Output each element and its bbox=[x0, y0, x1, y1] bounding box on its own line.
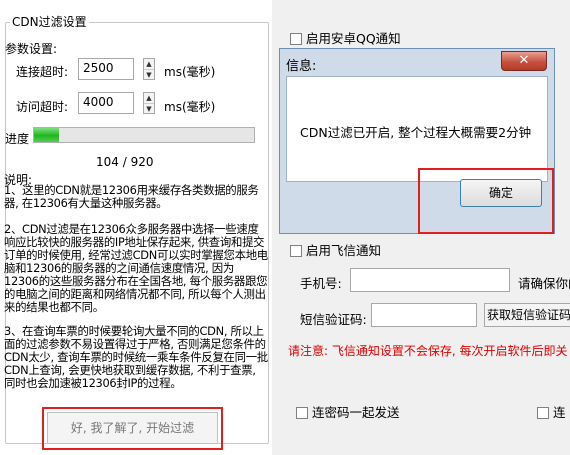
stepper-down-icon[interactable]: ▼ bbox=[144, 70, 154, 80]
progress-count: 104 / 920 bbox=[96, 155, 154, 169]
dialog-body: CDN过滤已开启, 整个过程大概需要2分钟 bbox=[286, 76, 548, 182]
android-qq-checkbox[interactable] bbox=[290, 33, 302, 45]
progress-bar bbox=[33, 127, 255, 143]
feixin-row[interactable]: 启用飞信通知 bbox=[290, 240, 381, 259]
connect-timeout-unit: ms(毫秒) bbox=[164, 65, 216, 79]
access-timeout-label: 访问超时: bbox=[16, 100, 69, 114]
highlight-start-button bbox=[42, 407, 223, 450]
send-with-captcha-row[interactable]: 连密码一起发送 bbox=[296, 402, 400, 421]
sms-label: 短信验证码: bbox=[300, 312, 367, 327]
phone-input[interactable] bbox=[350, 268, 510, 292]
edge-option-label: 连 bbox=[553, 405, 566, 420]
feixin-checkbox[interactable] bbox=[290, 245, 302, 257]
params-label: 参数设置: bbox=[5, 42, 58, 56]
phone-label: 手机号: bbox=[300, 276, 342, 291]
stepper-up-icon[interactable]: ▲ bbox=[144, 93, 154, 104]
feixin-warning: 请注意: 飞信通知设置不会保存, 每次开启软件后即关 bbox=[288, 344, 568, 358]
highlight-ok-button bbox=[418, 168, 554, 234]
desc-paragraph-1: 1、这里的CDN就是12306用来缓存各类数据的服务器, 在12306有大量这种… bbox=[4, 183, 259, 210]
android-qq-label: 启用安卓QQ通知 bbox=[306, 31, 401, 46]
desc-paragraph-2: 2、CDN过滤是在12306众多服务器中选择一些速度响应比较快的服务器的IP地址… bbox=[4, 222, 268, 314]
dialog-title: 信息: bbox=[286, 59, 317, 74]
get-sms-code-button[interactable]: 获取短信验证码 bbox=[484, 303, 570, 327]
access-timeout-stepper[interactable]: ▲ ▼ bbox=[143, 92, 155, 114]
feixin-label: 启用飞信通知 bbox=[306, 243, 382, 258]
send-with-captcha-label: 连密码一起发送 bbox=[312, 405, 400, 420]
access-timeout-unit: ms(毫秒) bbox=[164, 100, 216, 114]
access-timeout-input[interactable]: 4000 bbox=[78, 92, 134, 114]
edge-option-checkbox[interactable] bbox=[537, 407, 549, 419]
connect-timeout-stepper[interactable]: ▲ ▼ bbox=[143, 58, 155, 80]
progress-fill bbox=[34, 128, 59, 142]
sms-code-input[interactable] bbox=[371, 303, 477, 327]
phone-hint: 请确保你的 bbox=[518, 276, 570, 291]
dialog-message: CDN过滤已开启, 整个过程大概需要2分钟 bbox=[300, 125, 532, 140]
cdn-filter-panel: CDN过滤设置 参数设置: 连接超时: 2500 ▲ ▼ ms(毫秒) 访问超时… bbox=[0, 0, 272, 455]
close-icon[interactable]: ✕ bbox=[501, 51, 547, 71]
connect-timeout-label: 连接超时: bbox=[16, 65, 69, 79]
stepper-up-icon[interactable]: ▲ bbox=[144, 59, 154, 70]
desc-paragraph-3: 3、在查询车票的时候要轮询大量不同的CDN, 所以上面的过滤参数不易设置得过于严… bbox=[4, 324, 268, 390]
stepper-down-icon[interactable]: ▼ bbox=[144, 104, 154, 114]
edge-option-row[interactable]: 连 bbox=[537, 402, 566, 421]
android-qq-row[interactable]: 启用安卓QQ通知 bbox=[290, 28, 401, 47]
connect-timeout-input[interactable]: 2500 bbox=[78, 58, 134, 80]
group-title: CDN过滤设置 bbox=[10, 13, 89, 30]
progress-label: 进度 bbox=[5, 132, 30, 146]
send-with-captcha-checkbox[interactable] bbox=[296, 407, 308, 419]
